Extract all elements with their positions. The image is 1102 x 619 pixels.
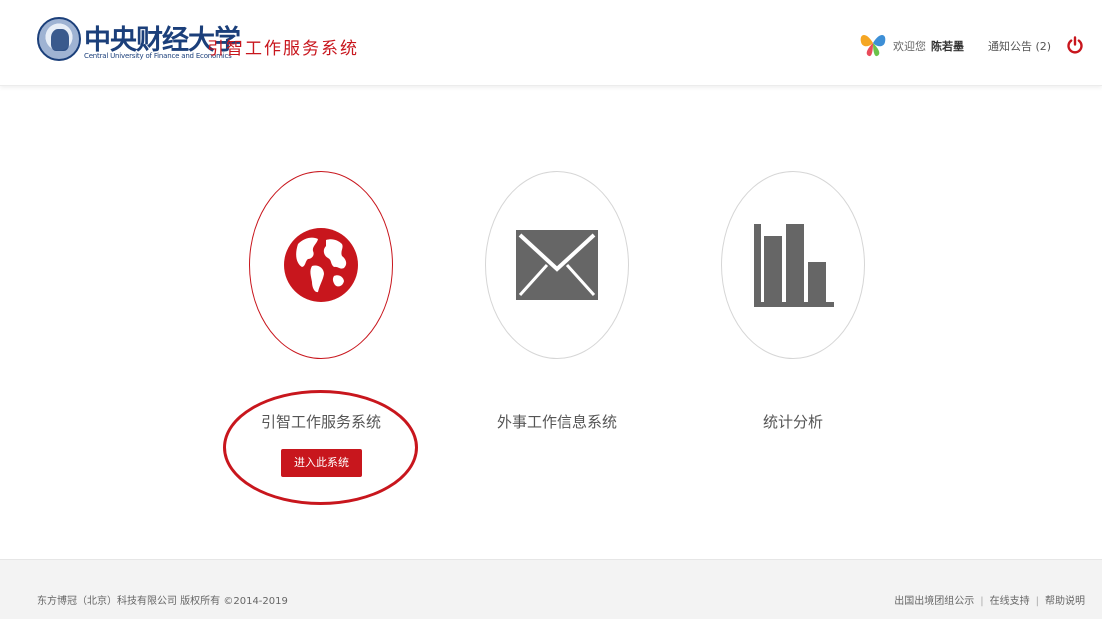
welcome-text: 欢迎您 xyxy=(893,40,926,53)
butterfly-logo-icon xyxy=(860,34,886,57)
system-card-yinzhi[interactable] xyxy=(249,171,393,359)
system-card-waishi[interactable] xyxy=(485,171,629,359)
system-label-statistics[interactable]: 统计分析 xyxy=(717,411,869,432)
university-seal-logo xyxy=(37,17,81,61)
system-label-yinzhi[interactable]: 引智工作服务系统 xyxy=(245,411,397,432)
app-title: 引智工作服务系统 xyxy=(207,39,359,59)
envelope-icon xyxy=(516,230,598,300)
username-link[interactable]: 陈若墨 xyxy=(931,38,964,54)
notice-link[interactable]: 通知公告 (2) xyxy=(988,38,1051,54)
system-card-statistics[interactable] xyxy=(721,171,865,359)
top-header: 中央财经大学 Central University of Finance and… xyxy=(0,0,1102,86)
footer-separator: | xyxy=(980,596,984,607)
footer-links: 出国出境团组公示 | 在线支持 | 帮助说明 xyxy=(894,592,1085,607)
globe-icon xyxy=(284,228,358,302)
copyright-text: 东方博冠（北京）科技有限公司 版权所有 ©2014-2019 xyxy=(37,596,288,607)
footer: 东方博冠（北京）科技有限公司 版权所有 ©2014-2019 出国出境团组公示 |… xyxy=(0,559,1102,619)
enter-system-button[interactable]: 进入此系统 xyxy=(281,449,362,477)
highlight-annotation-ellipse xyxy=(223,390,418,505)
footer-link-help[interactable]: 帮助说明 xyxy=(1045,596,1085,607)
bar-chart-icon xyxy=(754,224,834,307)
footer-separator: | xyxy=(1035,596,1039,607)
power-logout-icon[interactable] xyxy=(1066,36,1084,54)
system-label-waishi[interactable]: 外事工作信息系统 xyxy=(481,411,633,432)
footer-link-delegation[interactable]: 出国出境团组公示 xyxy=(894,596,974,607)
footer-link-support[interactable]: 在线支持 xyxy=(990,596,1030,607)
